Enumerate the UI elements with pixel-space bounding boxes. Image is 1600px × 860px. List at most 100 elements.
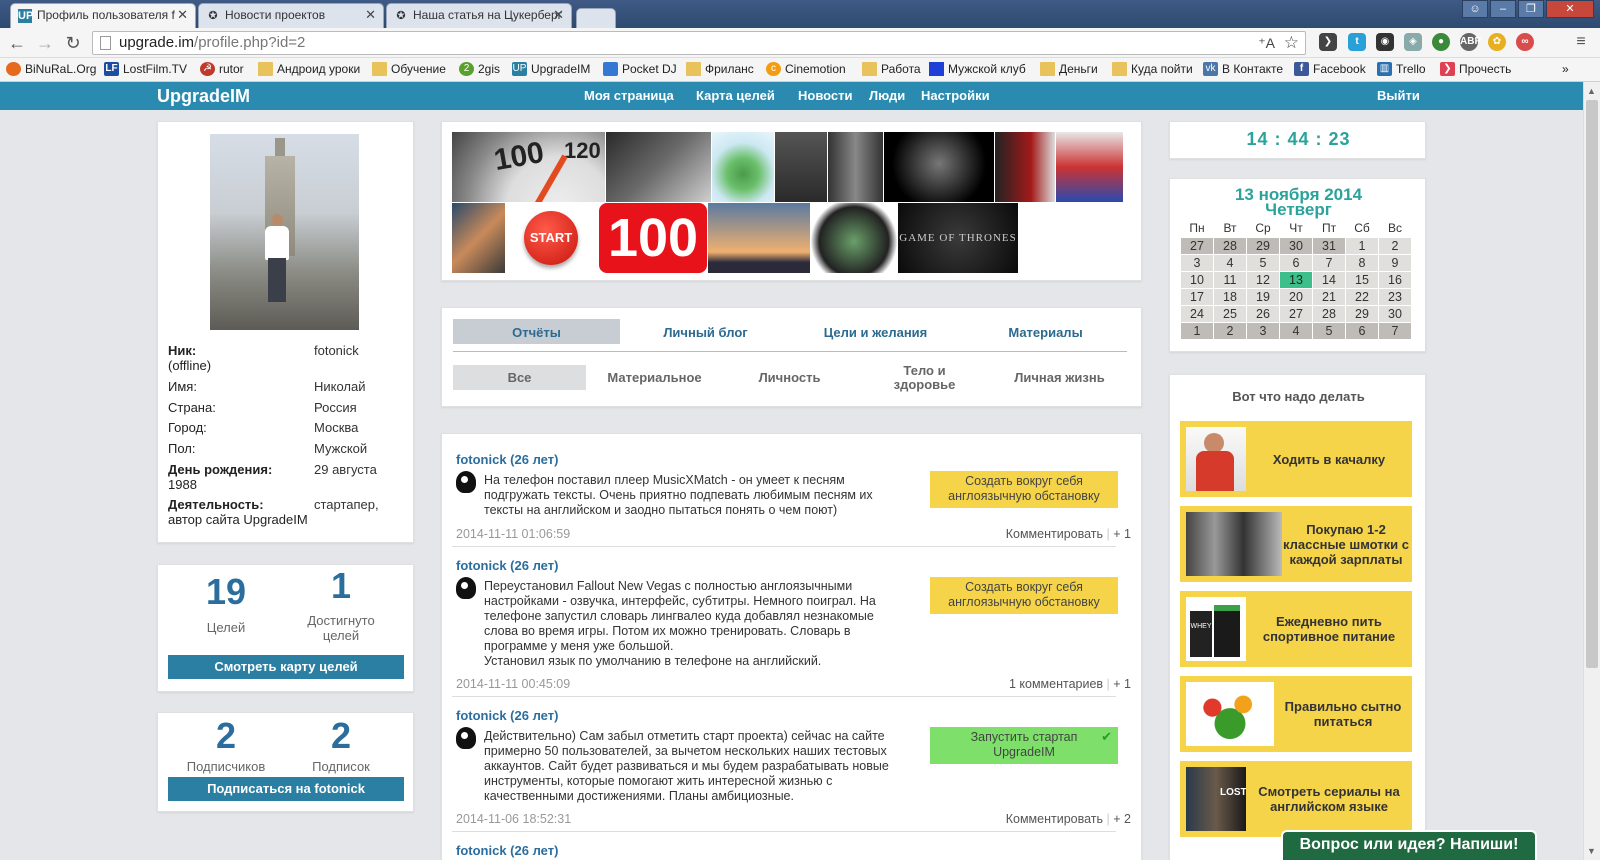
bookmark-item[interactable]: Куда пойти [1112,62,1193,76]
calendar-day[interactable]: 23 [1379,289,1411,305]
nav-settings[interactable]: Настройки [921,88,990,103]
bookmark-item[interactable]: vk В Контакте [1203,62,1283,76]
bookmark-item[interactable]: ☭ rutor [200,62,244,76]
post-author[interactable]: fotonick (26 лет) [456,708,558,723]
bookmark-item[interactable]: Работа [862,62,921,76]
post-author[interactable]: fotonick (26 лет) [456,558,558,573]
calendar-day[interactable]: 6 [1280,255,1312,271]
new-ext-icon[interactable]: ◉ [1376,33,1394,51]
calendar-day[interactable]: 30 [1280,238,1312,254]
bookmark-item[interactable]: Деньги [1040,62,1098,76]
mosaic-abs[interactable] [828,132,883,202]
scroll-thumb[interactable] [1586,100,1598,668]
subtab-all[interactable]: Все [453,371,586,385]
comment-link[interactable]: Комментировать [1006,527,1103,541]
comment-link[interactable]: 1 комментариев [1009,677,1103,691]
maximize-button[interactable]: ❐ [1518,0,1544,18]
calendar-day[interactable]: 4 [1280,323,1312,339]
calendar-day[interactable]: 21 [1313,289,1345,305]
reload-icon[interactable]: ↻ [62,32,84,54]
mosaic-superhero[interactable] [1056,132,1123,202]
mosaic-muscles[interactable] [884,132,994,202]
calendar-day[interactable]: 27 [1181,238,1213,254]
calendar-day[interactable]: 2 [1214,323,1246,339]
calendar-day[interactable]: 26 [1247,306,1279,322]
calendar-day[interactable]: 4 [1214,255,1246,271]
calendar-day[interactable]: 17 [1181,289,1213,305]
profile-button[interactable]: ☺ [1462,0,1488,18]
translate-icon[interactable]: ⁺A [1258,32,1275,54]
calendar-day[interactable]: 2 [1379,238,1411,254]
calendar-day[interactable]: 24 [1181,306,1213,322]
calendar-day[interactable]: 16 [1379,272,1411,288]
page-scrollbar[interactable]: ▲ ▼ [1583,82,1600,860]
twitter-ext-icon[interactable]: t [1348,33,1366,51]
mosaic-start[interactable]: START [506,203,598,273]
calendar-day[interactable]: 20 [1280,289,1312,305]
calendar-day[interactable]: 18 [1214,289,1246,305]
new-tab-button[interactable] [576,8,616,28]
menu-icon[interactable]: ≡ [1572,33,1590,51]
back-icon[interactable]: ← [6,32,28,54]
flower-ext-icon[interactable]: ✿ [1488,33,1506,51]
calendar-day[interactable]: 1 [1181,323,1213,339]
post-goal-tag[interactable]: Создать вокруг себя англоязычную обстано… [930,471,1118,508]
bookmarks-more-button[interactable]: » [1562,62,1569,76]
mosaic-crowd[interactable] [452,203,505,273]
calendar-day[interactable]: 28 [1214,238,1246,254]
plus-one-button[interactable]: + 1 [1113,677,1131,691]
mosaic-100[interactable]: 100 [599,203,707,273]
mosaic-bedroom[interactable] [606,132,711,202]
mosaic-mountain[interactable] [708,203,810,273]
calendar-day[interactable]: 25 [1214,306,1246,322]
bookmark-item[interactable]: ❯ Прочесть [1440,62,1511,76]
post-goal-tag[interactable]: Создать вокруг себя англоязычную обстано… [930,577,1118,614]
bookmark-item[interactable]: c Cinemotion [766,62,846,76]
subtab-personal-life[interactable]: Личная жизнь [993,371,1126,385]
comment-link[interactable]: Комментировать [1006,812,1103,826]
logout-link[interactable]: Выйти [1377,88,1420,103]
close-window-button[interactable]: ✕ [1546,0,1594,18]
calendar-day[interactable]: 7 [1313,255,1345,271]
calendar-day[interactable]: 27 [1280,306,1312,322]
mosaic-couple[interactable] [995,132,1055,202]
close-icon[interactable]: ✕ [365,7,376,23]
post-author[interactable]: fotonick (26 лет) [456,843,558,858]
bookmark-item[interactable]: UP UpgradeIM [512,62,590,76]
bookmark-item[interactable]: Pocket DJ [603,62,677,76]
calendar-day[interactable]: 3 [1181,255,1213,271]
calendar-day[interactable]: 29 [1346,306,1378,322]
drive-ext-icon[interactable]: ◈ [1404,33,1422,51]
bookmark-star-icon[interactable]: ☆ [1284,32,1299,54]
nav-news[interactable]: Новости [798,88,853,103]
adblock-ext-icon[interactable]: ABP [1460,33,1481,51]
pocket-ext-icon[interactable]: ❯ [1319,33,1337,51]
plus-one-button[interactable]: + 2 [1113,812,1131,826]
feedback-button[interactable]: Вопрос или идея? Напиши! [1281,830,1537,860]
calendar-day[interactable]: 7 [1379,323,1411,339]
calendar-day[interactable]: 8 [1346,255,1378,271]
plus-one-button[interactable]: + 1 [1113,527,1131,541]
subtab-material[interactable]: Материальное [588,371,721,385]
todo-item[interactable]: WHEY Ежедневно пить спортивное питание [1180,591,1412,667]
calendar-day[interactable]: 31 [1313,238,1345,254]
mosaic-money-bag[interactable] [811,203,897,273]
calendar-day[interactable]: 22 [1346,289,1378,305]
bookmark-item[interactable]: Фриланс [686,62,754,76]
tab-personal-blog[interactable]: Личный блог [622,325,789,340]
mosaic-game-of-thrones[interactable]: GAME OF THRONES [898,203,1018,273]
post-author[interactable]: fotonick (26 лет) [456,452,558,467]
calendar-day[interactable]: 6 [1346,323,1378,339]
calendar-day[interactable]: 5 [1247,255,1279,271]
calendar-day[interactable]: 10 [1181,272,1213,288]
bookmark-item[interactable]: Обучение [372,62,446,76]
calendar-day[interactable]: 29 [1247,238,1279,254]
address-bar[interactable]: upgrade.im/profile.php?id=2 ⁺A ☆ [92,31,1306,55]
close-icon[interactable]: ✕ [553,7,564,23]
mosaic-style[interactable] [775,132,827,202]
bookmark-item[interactable]: Андроид уроки [258,62,360,76]
nav-people[interactable]: Люди [869,88,905,103]
tab-profile[interactable]: UP Профиль пользователя f ✕ [10,3,196,28]
scroll-up-icon[interactable]: ▲ [1587,86,1596,96]
evernote-ext-icon[interactable]: ● [1432,33,1450,51]
